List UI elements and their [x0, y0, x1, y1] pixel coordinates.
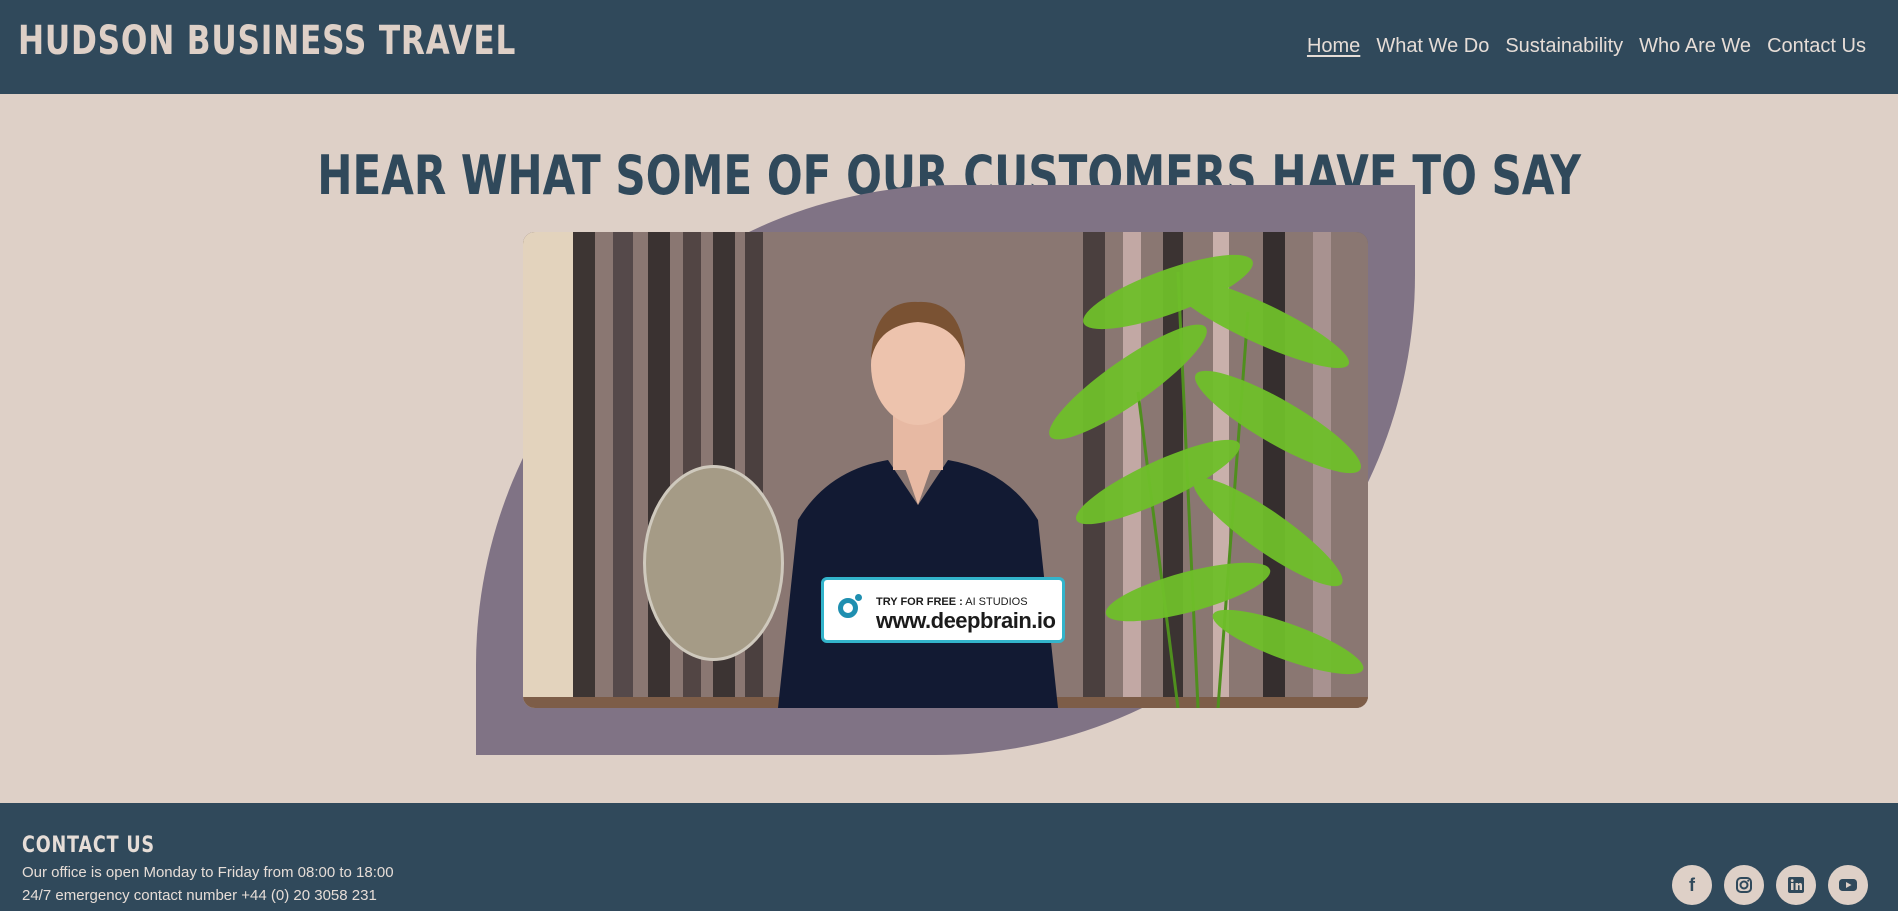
nav-sustainability[interactable]: Sustainability — [1505, 35, 1623, 58]
instagram-icon[interactable] — [1724, 865, 1764, 905]
nav-what-we-do[interactable]: What We Do — [1376, 35, 1489, 58]
site-logo[interactable]: HUDSON BUSINESS TRAVEL — [18, 18, 516, 64]
banner-url: www.deepbrain.io — [876, 608, 1056, 633]
linkedin-glyph — [1788, 877, 1804, 893]
site-header: HUDSON BUSINESS TRAVEL Home What We Do S… — [0, 0, 1898, 94]
nav-home[interactable]: Home — [1307, 35, 1360, 58]
presenter — [778, 301, 1058, 708]
footer-title: CONTACT US — [22, 833, 155, 858]
office-hours: Our office is open Monday to Friday from… — [22, 864, 394, 881]
social-links: f — [1672, 865, 1868, 905]
facebook-icon[interactable]: f — [1672, 865, 1712, 905]
linkedin-icon[interactable] — [1776, 865, 1816, 905]
main-nav: Home What We Do Sustainability Who Are W… — [1307, 35, 1866, 58]
testimonial-video[interactable]: TRY FOR FREE : AI STUDIOS www.deepbrain.… — [523, 232, 1368, 708]
banner-tagline: TRY FOR FREE : AI STUDIOS — [876, 596, 1028, 608]
mirror-prop — [643, 465, 784, 661]
instagram-glyph — [1736, 877, 1752, 893]
plant-prop — [1049, 254, 1364, 708]
video-banner[interactable]: TRY FOR FREE : AI STUDIOS www.deepbrain.… — [821, 577, 1065, 643]
deepbrain-logo-icon — [838, 598, 858, 618]
nav-contact-us[interactable]: Contact Us — [1767, 35, 1866, 58]
site-footer: CONTACT US Our office is open Monday to … — [0, 803, 1898, 911]
emergency-contact: 24/7 emergency contact number +44 (0) 20… — [22, 887, 377, 904]
youtube-glyph — [1839, 879, 1857, 891]
nav-who-are-we[interactable]: Who Are We — [1639, 35, 1751, 58]
youtube-icon[interactable] — [1828, 865, 1868, 905]
logo-dot — [855, 594, 862, 601]
